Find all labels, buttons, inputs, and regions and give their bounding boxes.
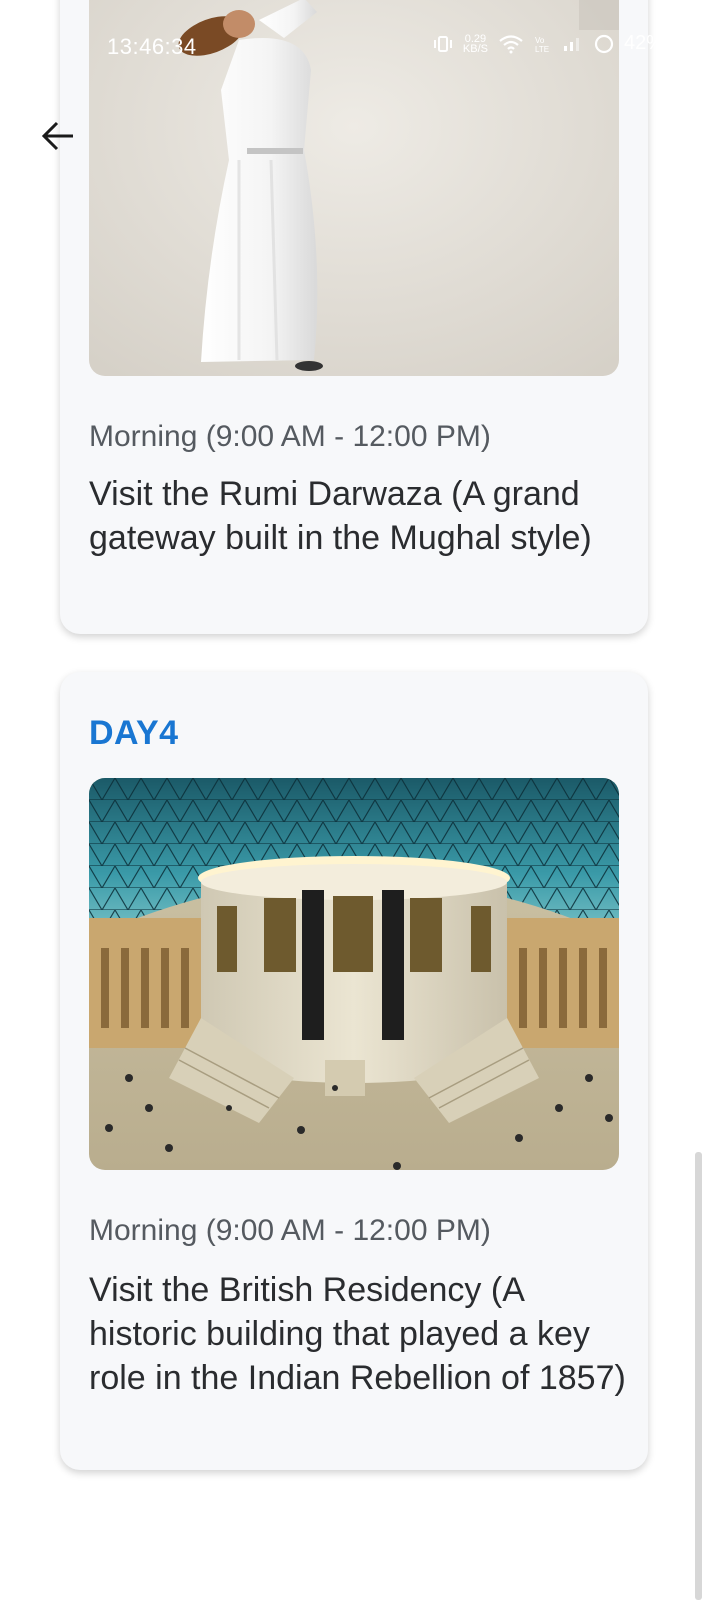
itinerary-card: Morning (9:00 AM - 12:00 PM) Visit the R… [60, 0, 648, 634]
back-button[interactable] [34, 112, 82, 160]
day-image [89, 0, 619, 376]
activity-text: Visit the Rumi Darwaza (A grand gateway … [89, 475, 592, 557]
day-image [89, 778, 619, 1170]
arrow-left-icon [41, 121, 73, 151]
scrollbar[interactable] [695, 1152, 702, 1600]
time-label: Morning (9:00 AM - 12:00 PM) [89, 420, 491, 453]
day-title: DAY4 [89, 714, 179, 752]
activity-text: Visit the British Residency (A historic … [89, 1271, 626, 1397]
itinerary-card: DAY4 Morning (9:00 AM - 12:00 PM) Visit … [60, 672, 648, 1470]
time-label: Morning (9:00 AM - 12:00 PM) [89, 1214, 491, 1247]
